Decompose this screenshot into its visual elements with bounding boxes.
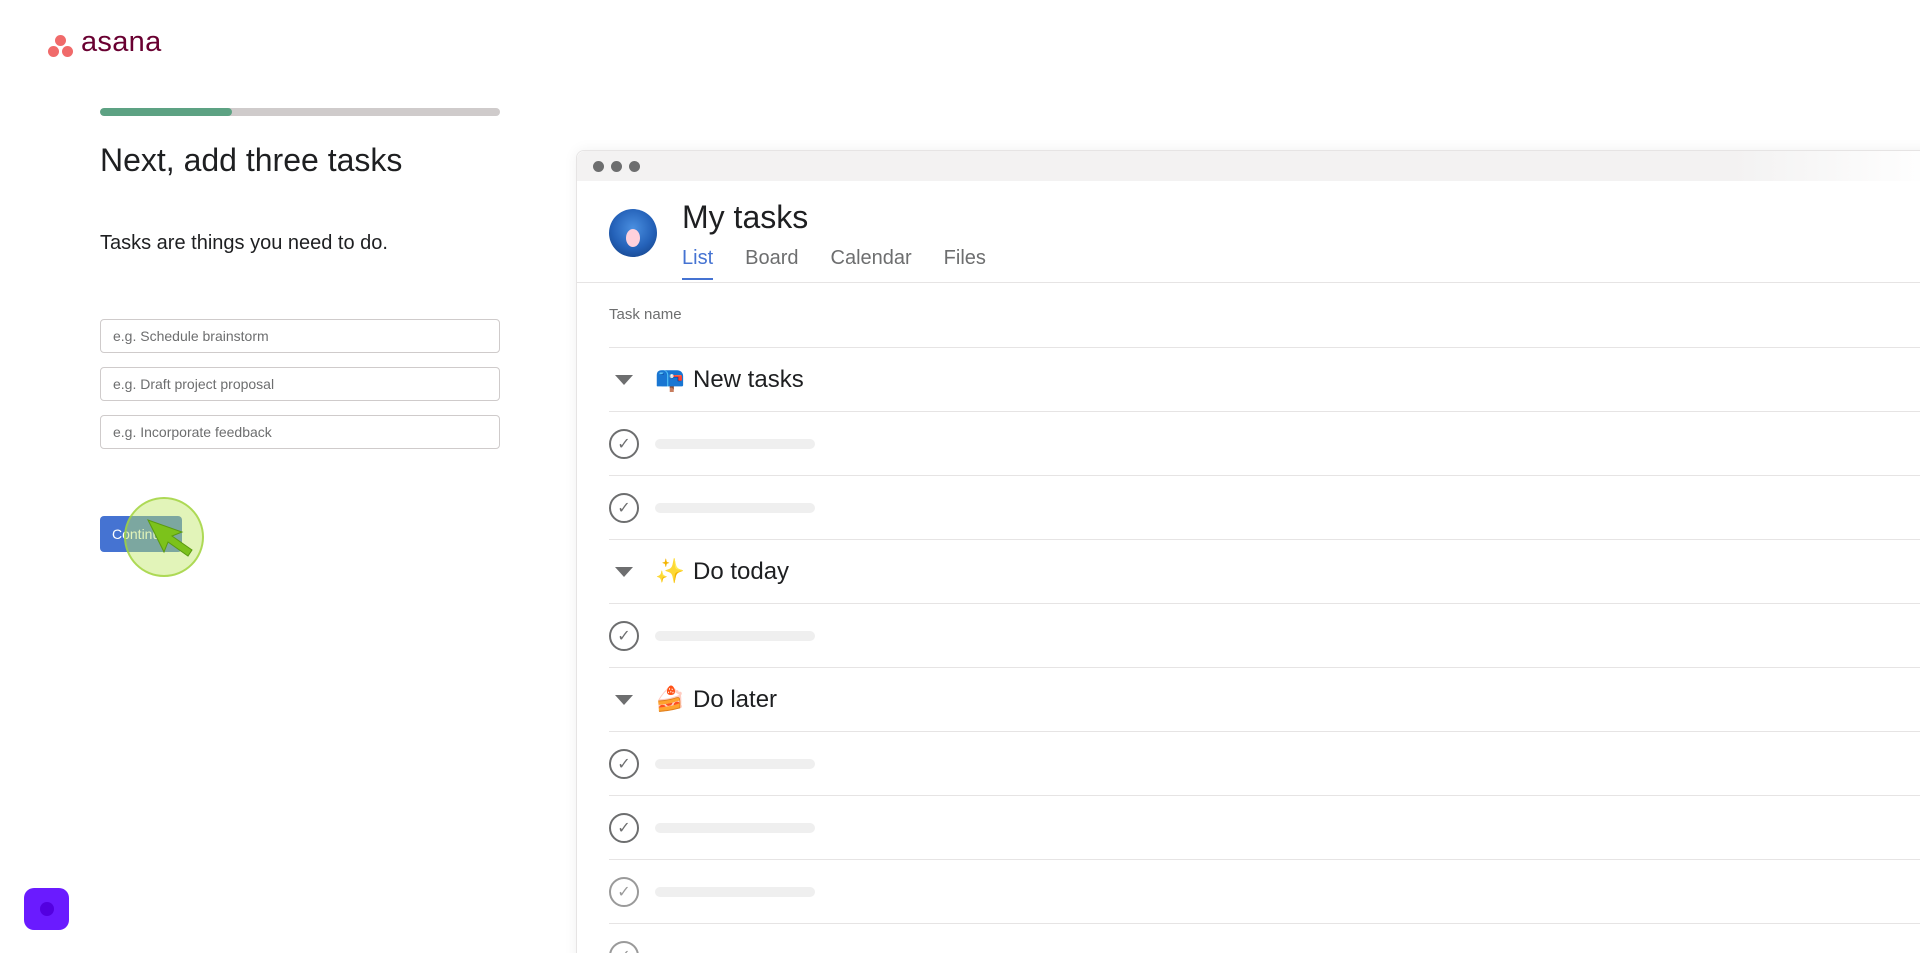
check-circle-icon[interactable]: ✓ bbox=[609, 748, 639, 779]
mailbox-icon: 📪 bbox=[655, 366, 685, 393]
cursor-arrow-icon bbox=[146, 519, 193, 557]
brand-name: asana bbox=[81, 26, 162, 58]
task-name-column-header: Task name bbox=[609, 306, 682, 323]
task-row: ✓ bbox=[609, 731, 1920, 795]
task-input-3[interactable] bbox=[100, 415, 500, 449]
task-placeholder bbox=[655, 886, 815, 897]
task-list: 📪 New tasks ✓ ✓ ✨ Do today ✓ 🍰 Do later … bbox=[609, 347, 1920, 953]
section-header[interactable]: ✨ Do today bbox=[609, 539, 1920, 603]
asana-logo: asana bbox=[47, 26, 162, 59]
tabs-divider bbox=[577, 282, 1920, 283]
window-dot-icon bbox=[629, 160, 640, 172]
page-subtitle: Tasks are things you need to do. bbox=[100, 232, 388, 254]
window-dot-icon bbox=[611, 160, 622, 172]
window-titlebar bbox=[577, 151, 1920, 181]
check-circle-icon[interactable]: ✓ bbox=[609, 876, 639, 907]
avatar-face bbox=[626, 229, 640, 247]
check-circle-icon[interactable]: ✓ bbox=[609, 620, 639, 651]
my-tasks-title: My tasks bbox=[682, 199, 809, 235]
check-circle-icon[interactable]: ✓ bbox=[609, 492, 639, 523]
progress-fill bbox=[100, 108, 232, 116]
task-placeholder bbox=[655, 502, 815, 513]
section-label: Do later bbox=[693, 685, 778, 713]
section-header[interactable]: 🍰 Do later bbox=[609, 667, 1920, 731]
caret-down-icon[interactable] bbox=[615, 566, 633, 577]
onboarding-page: asana Next, add three tasks Tasks are th… bbox=[0, 0, 1920, 953]
check-circle-icon[interactable]: ✓ bbox=[609, 812, 639, 843]
task-row: ✓ bbox=[609, 859, 1920, 923]
task-row: ✓ bbox=[609, 923, 1920, 953]
tab-calendar[interactable]: Calendar bbox=[831, 247, 912, 280]
check-circle-icon[interactable]: ✓ bbox=[609, 428, 639, 459]
section-label: Do today bbox=[693, 557, 790, 585]
view-tabs: List Board Calendar Files bbox=[682, 247, 986, 280]
tab-files[interactable]: Files bbox=[944, 247, 986, 280]
page-title: Next, add three tasks bbox=[100, 142, 403, 178]
window-dot-icon bbox=[593, 160, 604, 172]
chat-icon bbox=[40, 902, 54, 916]
task-placeholder bbox=[655, 822, 815, 833]
caret-down-icon[interactable] bbox=[615, 694, 633, 705]
onboarding-progress-bar bbox=[100, 108, 500, 116]
task-input-1[interactable] bbox=[100, 319, 500, 353]
task-placeholder bbox=[655, 758, 815, 769]
check-circle-icon[interactable]: ✓ bbox=[609, 940, 639, 953]
task-placeholder bbox=[655, 630, 815, 641]
section-header[interactable]: 📪 New tasks bbox=[609, 347, 1920, 411]
sparkles-icon: ✨ bbox=[655, 558, 685, 585]
section-label: New tasks bbox=[693, 365, 804, 393]
caret-down-icon[interactable] bbox=[615, 374, 633, 385]
asana-dots-icon bbox=[47, 32, 75, 58]
task-row: ✓ bbox=[609, 475, 1920, 539]
chat-widget-button[interactable] bbox=[24, 888, 69, 930]
task-row: ✓ bbox=[609, 603, 1920, 667]
task-row: ✓ bbox=[609, 411, 1920, 475]
task-row: ✓ bbox=[609, 795, 1920, 859]
my-tasks-preview: My tasks List Board Calendar Files Task … bbox=[576, 150, 1920, 953]
task-input-2[interactable] bbox=[100, 367, 500, 401]
tab-list[interactable]: List bbox=[682, 247, 714, 280]
cake-icon: 🍰 bbox=[655, 686, 685, 713]
tab-board[interactable]: Board bbox=[745, 247, 798, 280]
avatar bbox=[609, 209, 657, 257]
task-placeholder bbox=[655, 438, 815, 449]
